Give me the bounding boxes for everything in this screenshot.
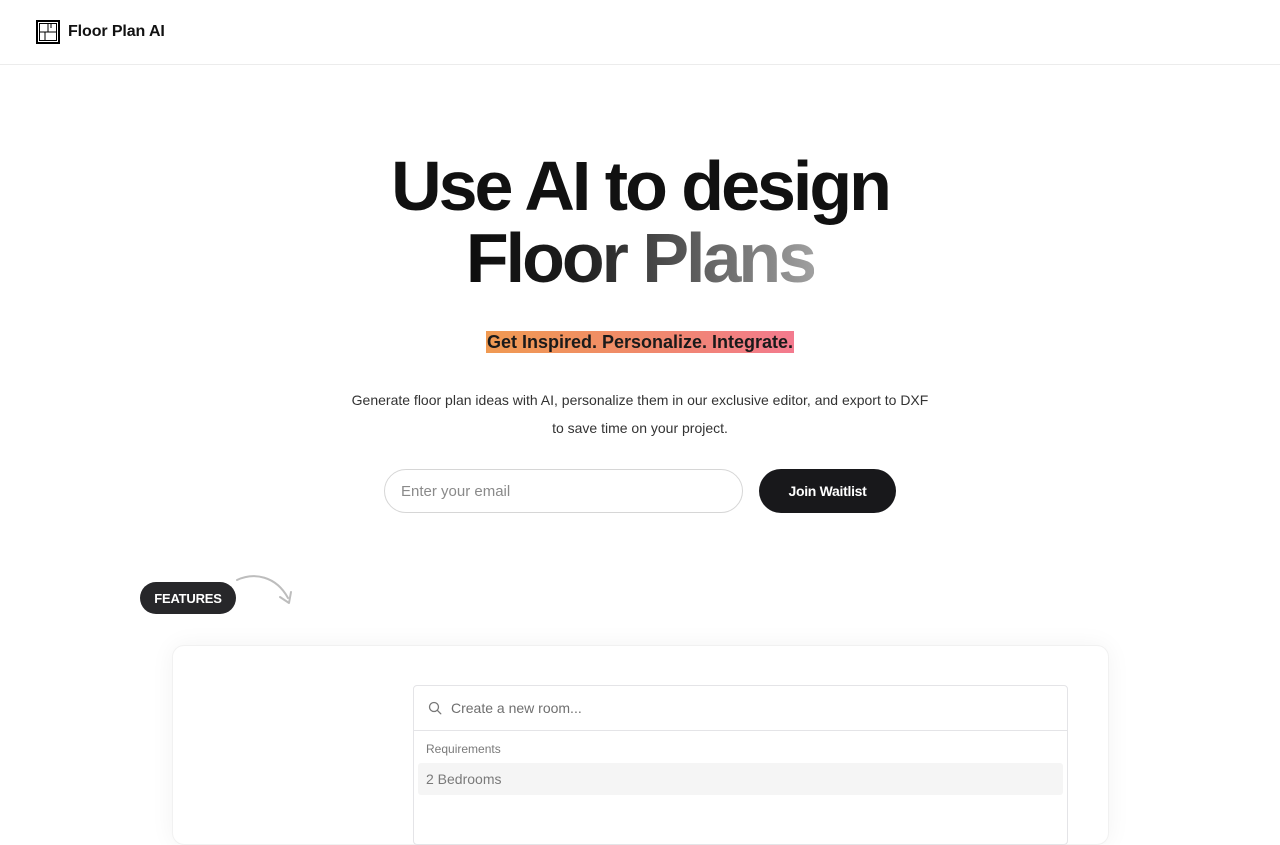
requirements-group-label: Requirements xyxy=(426,742,501,756)
description-line-2: to save time on your project. xyxy=(552,420,728,436)
tagline: Get Inspired. Personalize. Integrate. xyxy=(485,331,795,353)
command-item-label: 2 Bedrooms xyxy=(426,771,502,787)
hero-title-line-1: Use AI to design xyxy=(391,147,892,225)
description-line-1: Generate floor plan ideas with AI, perso… xyxy=(351,392,929,408)
command-palette: Requirements 2 Bedrooms xyxy=(413,685,1068,845)
hero-title: Use AI to design Floor Plans xyxy=(0,150,1280,294)
create-room-input[interactable] xyxy=(451,700,1011,716)
brand-name[interactable]: Floor Plan AI xyxy=(68,23,165,41)
tagline-container: Get Inspired. Personalize. Integrate. xyxy=(0,331,1280,353)
floor-plan-icon[interactable] xyxy=(36,20,60,44)
join-waitlist-button[interactable]: Join Waitlist xyxy=(759,469,896,513)
hero-description: Generate floor plan ideas with AI, perso… xyxy=(0,386,1280,442)
curved-arrow-icon xyxy=(236,575,292,604)
command-item-bedrooms[interactable]: 2 Bedrooms xyxy=(418,763,1063,795)
features-badge: FEATURES xyxy=(140,582,236,614)
email-input[interactable] xyxy=(384,469,743,513)
site-header: Floor Plan AI xyxy=(0,0,1280,65)
command-search-bar xyxy=(414,686,1067,731)
hero-title-line-2: Floor Plans xyxy=(465,219,817,297)
search-icon xyxy=(428,701,442,715)
